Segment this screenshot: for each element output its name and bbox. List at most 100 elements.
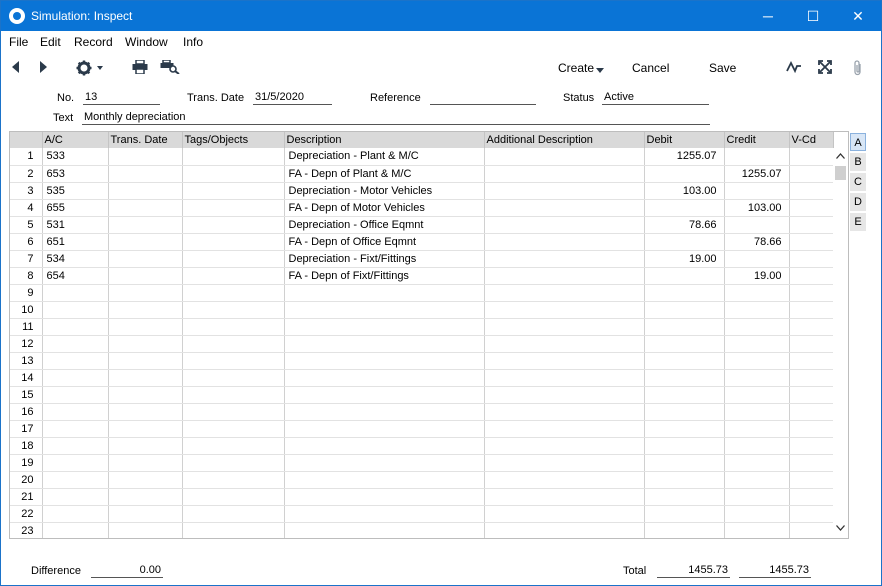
trans-date-cell[interactable] xyxy=(108,335,183,353)
text-field[interactable]: Monthly depreciation xyxy=(82,111,710,125)
description-cell[interactable] xyxy=(284,454,485,472)
col-header-description[interactable]: Description xyxy=(284,132,485,148)
cancel-button[interactable]: Cancel xyxy=(632,61,669,75)
trans-date-cell[interactable] xyxy=(108,369,183,387)
account-cell[interactable]: 531 xyxy=(42,216,109,234)
tags-cell[interactable] xyxy=(182,420,285,438)
tab-b[interactable]: B xyxy=(850,153,866,171)
menu-record[interactable]: Record xyxy=(74,35,113,49)
tags-cell[interactable] xyxy=(182,318,285,336)
debit-cell[interactable] xyxy=(644,165,725,183)
trans-date-cell[interactable] xyxy=(108,403,183,421)
additional-description-cell[interactable] xyxy=(484,420,645,438)
debit-cell[interactable] xyxy=(644,488,725,506)
table-row[interactable]: 17 xyxy=(10,420,834,438)
additional-description-cell[interactable] xyxy=(484,403,645,421)
vcd-cell[interactable] xyxy=(789,301,834,319)
col-header-vcd[interactable]: V-Cd xyxy=(789,132,834,148)
trans-date-cell[interactable] xyxy=(108,284,183,302)
tags-cell[interactable] xyxy=(182,301,285,319)
credit-cell[interactable] xyxy=(724,386,790,404)
trans-date-cell[interactable] xyxy=(108,420,183,438)
close-button[interactable]: ✕ xyxy=(835,1,881,31)
col-header-debit[interactable]: Debit xyxy=(644,132,725,148)
vcd-cell[interactable] xyxy=(789,267,834,285)
tags-cell[interactable] xyxy=(182,335,285,353)
description-cell[interactable]: Depreciation - Office Eqmnt xyxy=(284,216,485,234)
menu-edit[interactable]: Edit xyxy=(40,35,61,49)
account-cell[interactable]: 535 xyxy=(42,182,109,200)
vcd-cell[interactable] xyxy=(789,386,834,404)
tags-cell[interactable] xyxy=(182,352,285,370)
additional-description-cell[interactable] xyxy=(484,335,645,353)
credit-cell[interactable] xyxy=(724,488,790,506)
table-row[interactable]: 23 xyxy=(10,522,834,538)
credit-cell[interactable] xyxy=(724,216,790,234)
no-field[interactable]: 13 xyxy=(83,91,160,105)
vcd-cell[interactable] xyxy=(789,199,834,217)
table-row[interactable]: 19 xyxy=(10,454,834,472)
account-cell[interactable] xyxy=(42,454,109,472)
debit-cell[interactable] xyxy=(644,233,725,251)
tags-cell[interactable] xyxy=(182,199,285,217)
vcd-cell[interactable] xyxy=(789,522,834,538)
additional-description-cell[interactable] xyxy=(484,165,645,183)
vcd-cell[interactable] xyxy=(789,505,834,523)
vcd-cell[interactable] xyxy=(789,352,834,370)
vcd-cell[interactable] xyxy=(789,182,834,200)
trans-date-cell[interactable] xyxy=(108,216,183,234)
vcd-cell[interactable] xyxy=(789,437,834,455)
tags-cell[interactable] xyxy=(182,216,285,234)
account-cell[interactable] xyxy=(42,488,109,506)
debit-cell[interactable] xyxy=(644,522,725,538)
description-cell[interactable] xyxy=(284,437,485,455)
description-cell[interactable]: Depreciation - Fixt/Fittings xyxy=(284,250,485,268)
credit-cell[interactable] xyxy=(724,454,790,472)
credit-cell[interactable] xyxy=(724,505,790,523)
trans-date-cell[interactable] xyxy=(108,148,183,166)
table-row[interactable]: 8 654 FA - Depn of Fixt/Fittings 19.00 xyxy=(10,267,834,285)
paperclip-icon[interactable] xyxy=(851,60,865,76)
table-row[interactable]: 9 xyxy=(10,284,834,302)
tab-c[interactable]: C xyxy=(850,173,866,191)
description-cell[interactable]: FA - Depn of Office Eqmnt xyxy=(284,233,485,251)
reference-field[interactable] xyxy=(430,91,536,105)
debit-cell[interactable] xyxy=(644,284,725,302)
credit-cell[interactable]: 78.66 xyxy=(724,233,790,251)
table-row[interactable]: 16 xyxy=(10,403,834,421)
account-cell[interactable] xyxy=(42,522,109,538)
trans-date-cell[interactable] xyxy=(108,437,183,455)
credit-cell[interactable] xyxy=(724,471,790,489)
additional-description-cell[interactable] xyxy=(484,233,645,251)
credit-cell[interactable] xyxy=(724,318,790,336)
vcd-cell[interactable] xyxy=(789,335,834,353)
debit-cell[interactable] xyxy=(644,471,725,489)
vcd-cell[interactable] xyxy=(789,403,834,421)
account-cell[interactable] xyxy=(42,505,109,523)
additional-description-cell[interactable] xyxy=(484,522,645,538)
col-header-credit[interactable]: Credit xyxy=(724,132,790,148)
description-cell[interactable]: Depreciation - Plant & M/C xyxy=(284,148,485,166)
tags-cell[interactable] xyxy=(182,182,285,200)
vcd-cell[interactable] xyxy=(789,284,834,302)
vcd-cell[interactable] xyxy=(789,369,834,387)
account-cell[interactable] xyxy=(42,403,109,421)
account-cell[interactable] xyxy=(42,318,109,336)
account-cell[interactable]: 654 xyxy=(42,267,109,285)
description-cell[interactable] xyxy=(284,352,485,370)
table-row[interactable]: 15 xyxy=(10,386,834,404)
additional-description-cell[interactable] xyxy=(484,267,645,285)
debit-cell[interactable]: 103.00 xyxy=(644,182,725,200)
table-row[interactable]: 2 653 FA - Depn of Plant & M/C 1255.07 xyxy=(10,165,834,183)
credit-cell[interactable] xyxy=(724,284,790,302)
description-cell[interactable]: FA - Depn of Plant & M/C xyxy=(284,165,485,183)
account-cell[interactable]: 533 xyxy=(42,148,109,166)
table-row[interactable]: 22 xyxy=(10,505,834,523)
trans-date-cell[interactable] xyxy=(108,386,183,404)
credit-cell[interactable] xyxy=(724,148,790,166)
credit-cell[interactable] xyxy=(724,403,790,421)
scroll-up-icon[interactable] xyxy=(835,151,846,162)
col-header-trans-date[interactable]: Trans. Date xyxy=(108,132,183,148)
tags-cell[interactable] xyxy=(182,233,285,251)
tags-cell[interactable] xyxy=(182,437,285,455)
